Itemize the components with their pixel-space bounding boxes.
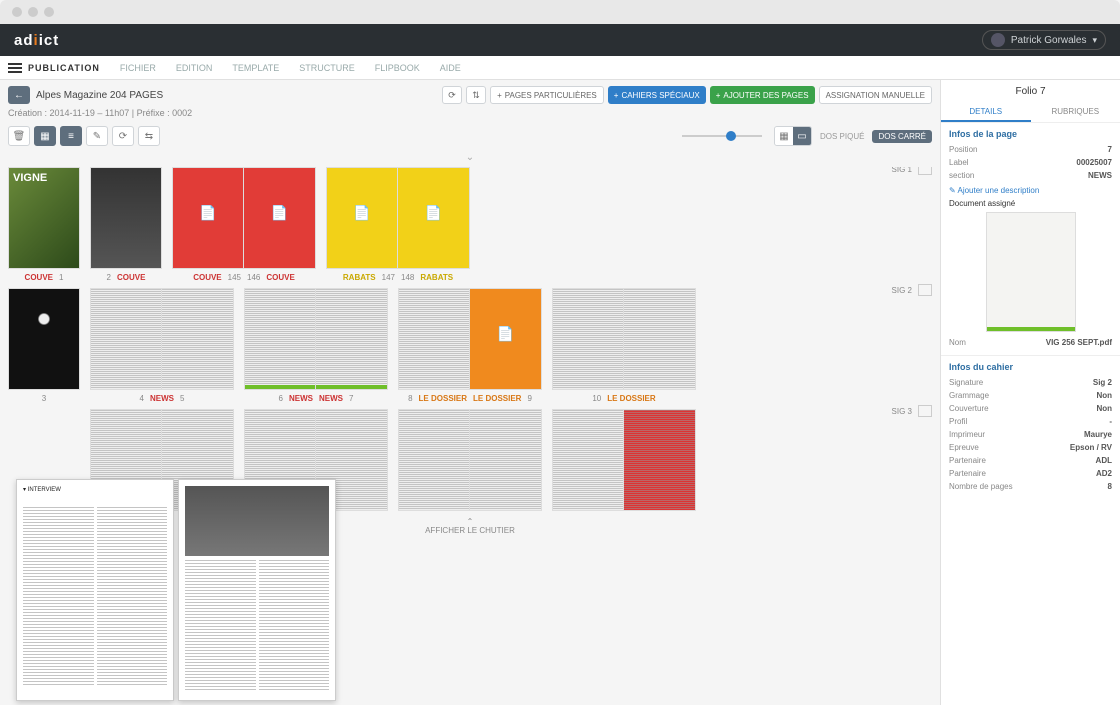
topbar: adiict Patrick Gorwales ▾ <box>0 24 1120 56</box>
sort-icon[interactable]: ⇅ <box>466 86 486 104</box>
folio-title: Folio 7 <box>941 80 1120 103</box>
creation-meta: Création : 2014-11-19 – 11h07 | Préfixe … <box>8 108 932 118</box>
spread-145-146[interactable]: 📄📄 COUVE145146COUVE <box>172 167 316 282</box>
float-page-2[interactable]: ▾ INTERVIEW 2 <box>16 479 174 701</box>
page-2[interactable]: 2COUVE <box>90 167 162 282</box>
menubar: PUBLICATION FICHIER EDITION TEMPLATE STR… <box>0 56 1120 80</box>
spread-147-148[interactable]: 📄📄 RABATS147148RABATS <box>326 167 470 282</box>
back-button[interactable]: ← <box>8 86 30 104</box>
edit-sig-icon[interactable] <box>918 284 932 296</box>
menu-aide[interactable]: AIDE <box>440 63 461 73</box>
page-3[interactable]: 3 <box>8 288 80 403</box>
ajouter-pages-button[interactable]: +AJOUTER DES PAGES <box>710 86 815 104</box>
cahiers-speciaux-button[interactable]: +CAHIERS SPÉCIAUX <box>608 86 706 104</box>
spread-sig3-c[interactable] <box>398 409 542 511</box>
pages-particulieres-button[interactable]: +PAGES PARTICULIÈRES <box>490 86 604 104</box>
toolbar: 🗑 ▦ ≡ ✎ ⟳ ⇆ ▦ ▭ DOS PIQUÉ DOS CARRÉ <box>8 126 932 146</box>
sig-2-row: SIG 2 3 4NEWS5 6NEWSNEWS7 📄 8LE DOSSIERL… <box>8 288 932 403</box>
page-1[interactable]: VIGNE COUVE1 <box>8 167 80 282</box>
page-title: Alpes Magazine 204 PAGES <box>36 90 163 101</box>
spread-10[interactable]: 10LE DOSSIER <box>552 288 696 403</box>
view-list-icon[interactable]: ≡ <box>60 126 82 146</box>
shuffle-icon[interactable]: ⇆ <box>138 126 160 146</box>
menu-structure[interactable]: STRUCTURE <box>299 63 355 73</box>
app-logo: adiict <box>14 32 59 49</box>
user-menu[interactable]: Patrick Gorwales ▾ <box>982 30 1106 50</box>
add-description-link[interactable]: ✎ Ajouter une description <box>949 186 1112 195</box>
edit-sig-icon[interactable] <box>918 167 932 175</box>
dos-pique-option[interactable]: DOS PIQUÉ <box>820 132 864 141</box>
sig-2-label: SIG 2 <box>892 286 912 295</box>
mac-titlebar <box>0 0 1120 24</box>
avatar-icon <box>991 33 1005 47</box>
dos-carre-option[interactable]: DOS CARRÉ <box>872 130 932 143</box>
view-toggle[interactable]: ▦ ▭ <box>774 126 812 146</box>
breadcrumb: ← Alpes Magazine 204 PAGES ⟳ ⇅ +PAGES PA… <box>8 86 932 104</box>
view-dark-icon[interactable]: ▦ <box>34 126 56 146</box>
chevron-down-icon[interactable]: ⌄ <box>8 152 932 163</box>
menu-template[interactable]: TEMPLATE <box>232 63 279 73</box>
sidebar-tabs: DETAILS RUBRIQUES <box>941 103 1120 122</box>
edit-sig-icon[interactable] <box>918 405 932 417</box>
edit-icon[interactable]: ✎ <box>86 126 108 146</box>
spread-8-9[interactable]: 📄 8LE DOSSIERLE DOSSIER9 <box>398 288 542 403</box>
hamburger-icon[interactable] <box>8 63 22 73</box>
refresh-icon[interactable]: ⟳ <box>442 86 462 104</box>
spread-4-5[interactable]: 4NEWS5 <box>90 288 234 403</box>
single-icon[interactable]: ▭ <box>793 127 811 145</box>
spread-sig3-d[interactable] <box>552 409 696 511</box>
trash-icon[interactable]: 🗑 <box>8 126 30 146</box>
doc-preview[interactable] <box>986 212 1076 332</box>
sig-1-row: SIG 1 VIGNE COUVE1 2COUVE 📄📄 COUVE145146… <box>8 167 932 282</box>
zoom-slider[interactable] <box>682 135 762 137</box>
info-cahier-heading: Infos du cahier <box>949 362 1112 372</box>
chevron-down-icon: ▾ <box>1092 35 1097 46</box>
sig-1-label: SIG 1 <box>892 167 912 174</box>
float-page-3[interactable]: 3 <box>178 479 336 701</box>
mac-max-icon[interactable] <box>44 7 54 17</box>
sig-3-label: SIG 3 <box>892 407 912 416</box>
section-label: PUBLICATION <box>28 63 100 73</box>
menu-edition[interactable]: EDITION <box>176 63 213 73</box>
spread-6-7[interactable]: 6NEWSNEWS7 <box>244 288 388 403</box>
user-name: Patrick Gorwales <box>1011 35 1087 46</box>
floating-spread[interactable]: ▾ INTERVIEW 2 3 <box>16 479 336 701</box>
grid-icon[interactable]: ▦ <box>775 127 793 145</box>
reload-icon[interactable]: ⟳ <box>112 126 134 146</box>
menu-flipbook[interactable]: FLIPBOOK <box>375 63 420 73</box>
info-page-heading: Infos de la page <box>949 129 1112 139</box>
assignation-button[interactable]: ASSIGNATION MANUELLE <box>819 86 932 104</box>
sidebar: Folio 7 DETAILS RUBRIQUES Infos de la pa… <box>940 80 1120 705</box>
tab-details[interactable]: DETAILS <box>941 103 1031 122</box>
menu-fichier[interactable]: FICHIER <box>120 63 156 73</box>
mac-min-icon[interactable] <box>28 7 38 17</box>
doc-assigned-label: Document assigné <box>949 199 1112 208</box>
tab-rubriques[interactable]: RUBRIQUES <box>1031 103 1120 122</box>
mac-close-icon[interactable] <box>12 7 22 17</box>
